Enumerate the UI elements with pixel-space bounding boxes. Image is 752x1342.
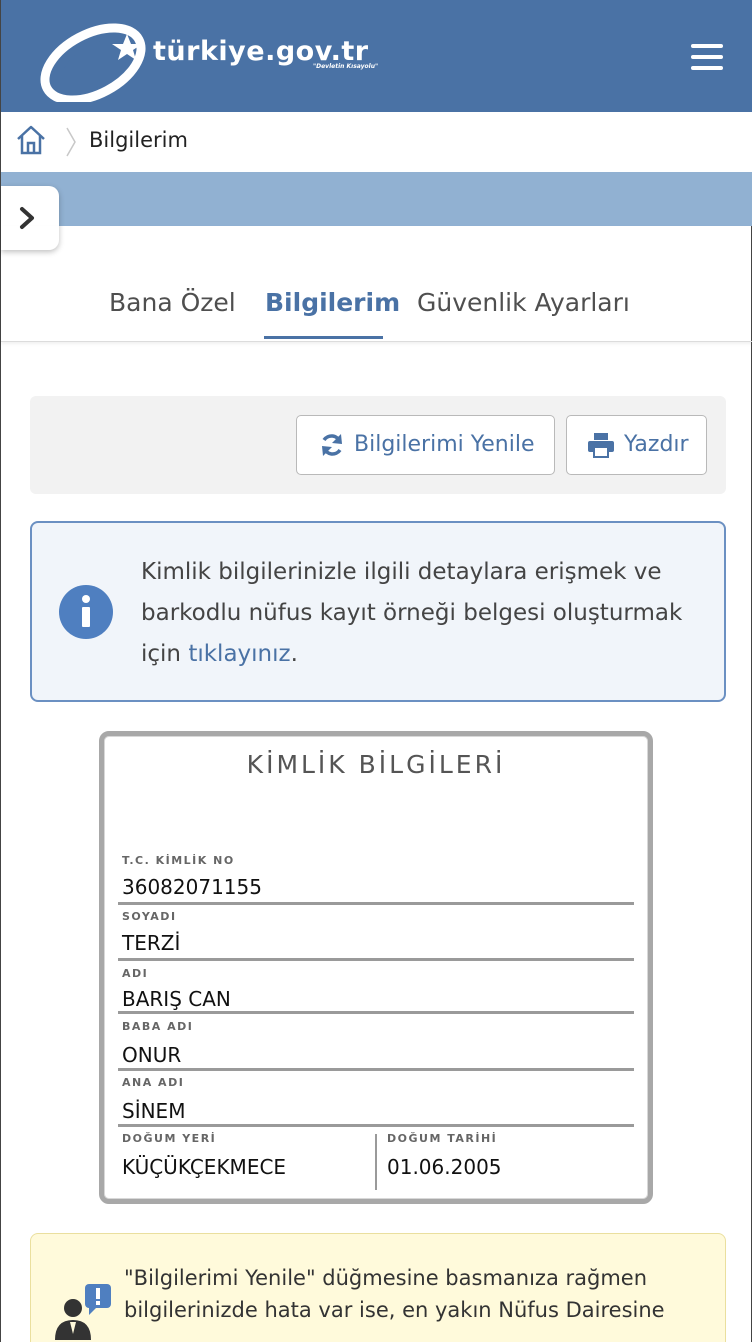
identity-card-title: KİMLİK BİLGİLERİ <box>246 750 506 779</box>
name-value: BARIŞ CAN <box>122 987 231 1011</box>
field-divider <box>118 958 634 961</box>
birthplace-label: DOĞUM YERİ <box>122 1132 217 1145</box>
tab-bar <box>1 226 752 342</box>
birthplace-value: KÜÇÜKÇEKMECE <box>122 1155 287 1179</box>
info-icon <box>59 585 113 639</box>
tc-no-value: 36082071155 <box>122 875 262 899</box>
refresh-button-label: Bilgilerimi Yenile <box>354 432 535 457</box>
print-button-label: Yazdır <box>624 432 689 457</box>
field-divider <box>118 1011 634 1014</box>
birthdate-label: DOĞUM TARİHİ <box>387 1132 498 1145</box>
breadcrumb-separator-icon <box>66 127 76 157</box>
menu-bar <box>691 44 723 48</box>
user-alert-icon <box>55 1284 111 1340</box>
menu-bar <box>691 66 723 70</box>
tab-bilgilerim[interactable]: Bilgilerim <box>265 288 400 317</box>
tc-no-label: T.C. KİMLİK NO <box>122 854 235 867</box>
hamburger-menu-icon[interactable] <box>691 44 723 70</box>
tab-bana-ozel[interactable]: Bana Özel <box>109 288 236 317</box>
info-message: Kimlik bilgilerinizle ilgili detaylara e… <box>141 552 701 675</box>
turkiye-gov-logo-icon[interactable] <box>35 16 155 102</box>
active-tab-indicator <box>264 336 383 339</box>
field-vertical-divider <box>375 1134 377 1190</box>
tab-guvenlik-ayarlari[interactable]: Güvenlik Ayarları <box>417 288 630 317</box>
field-divider <box>118 1124 634 1127</box>
father-name-label: BABA ADI <box>122 1020 194 1033</box>
breadcrumb-current: Bilgilerim <box>89 128 188 152</box>
refresh-info-button[interactable]: Bilgilerimi Yenile <box>296 415 555 475</box>
surname-label: SOYADI <box>122 910 177 923</box>
warning-message: "Bilgilerimi Yenile" düğmesine basmanıza… <box>124 1266 665 1322</box>
field-divider <box>118 902 634 905</box>
home-icon[interactable] <box>15 124 47 156</box>
birthdate-value: 01.06.2005 <box>387 1155 502 1179</box>
menu-bar <box>691 55 723 59</box>
refresh-icon <box>322 434 342 456</box>
surname-value: TERZİ <box>122 931 181 955</box>
name-label: ADI <box>122 967 149 980</box>
print-button[interactable]: Yazdır <box>566 415 707 475</box>
mother-name-label: ANA ADI <box>122 1076 185 1089</box>
info-link[interactable]: tıklayınız <box>188 641 290 667</box>
printer-icon <box>588 433 614 458</box>
field-divider <box>118 1068 634 1071</box>
info-text-end: . <box>290 641 298 667</box>
page-banner-strip <box>1 172 752 226</box>
logo-slogan: "Devletin Kısayolu" <box>313 63 379 70</box>
father-name-value: ONUR <box>122 1043 182 1067</box>
mother-name-value: SİNEM <box>122 1099 186 1123</box>
